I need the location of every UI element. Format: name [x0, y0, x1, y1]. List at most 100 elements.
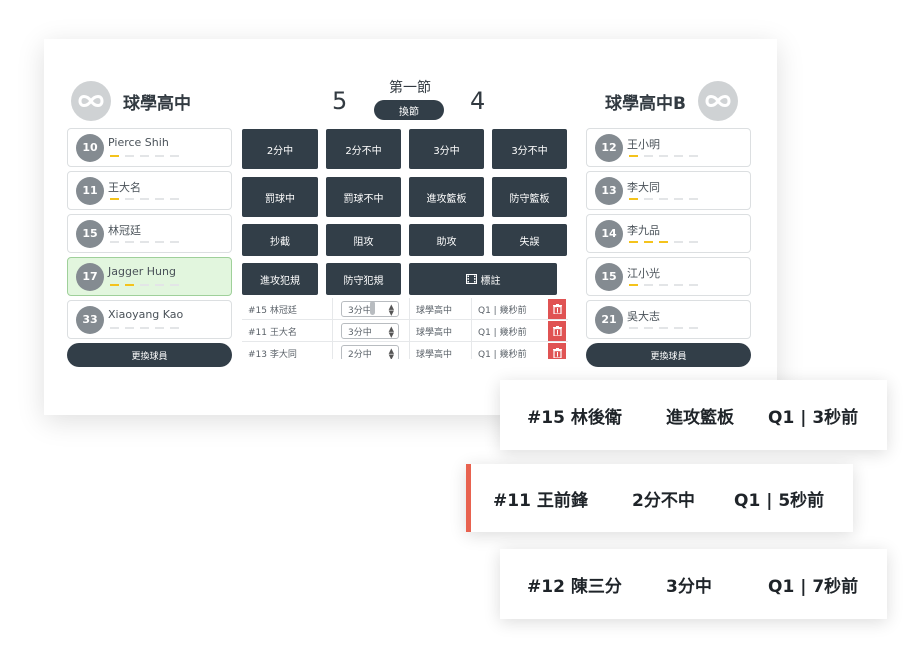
log-player: #11 王大名: [242, 320, 333, 342]
home-player-card[interactable]: 10 Pierce Shih: [67, 128, 232, 167]
home-change-player-button[interactable]: 更換球員: [67, 343, 232, 367]
home-team-name: 球學高中: [123, 93, 191, 114]
player-number-badge: 33: [76, 305, 104, 334]
three-point-miss-button[interactable]: 3分不中: [492, 129, 567, 169]
away-team-logo-icon: [697, 81, 738, 121]
notification-card-highlighted: #11 王前鋒 2分不中 Q1 | 5秒前: [466, 464, 853, 532]
notification-accent-bar: [466, 464, 471, 532]
away-player-card[interactable]: 13 李大同: [586, 171, 751, 210]
log-team: 球學高中: [409, 320, 472, 342]
player-number-badge: 14: [595, 219, 623, 248]
log-time: Q1 | 幾秒前: [478, 349, 527, 360]
event-log: #15 林冠廷 3分中 ▲ ▼ 球學高中 Q1 | 幾秒前 #11 王大名 3分中 ▲…: [242, 298, 572, 359]
home-team-logo-icon: [71, 81, 111, 121]
switch-period-button[interactable]: 換節: [374, 100, 444, 120]
log-time: Q1 | 幾秒前: [478, 305, 527, 316]
block-button[interactable]: 阻攻: [326, 224, 401, 256]
away-player-card[interactable]: 14 李九品: [586, 214, 751, 253]
trash-icon[interactable]: [548, 299, 566, 319]
notification-action: 2分不中: [632, 490, 695, 511]
turnover-button[interactable]: 失誤: [492, 224, 567, 256]
foul-indicator: [629, 198, 704, 200]
away-player-card[interactable]: 21 吳大志: [586, 300, 751, 339]
log-action-select[interactable]: 2分中 ▲ ▼: [341, 345, 399, 359]
player-number-badge: 10: [76, 133, 104, 162]
defensive-foul-button[interactable]: 防守犯規: [326, 263, 401, 295]
notification-action: 進攻籃板: [666, 407, 734, 428]
player-name: 李九品: [627, 224, 660, 237]
home-player-card[interactable]: 33 Xiaoyang Kao: [67, 300, 232, 339]
two-point-miss-button[interactable]: 2分不中: [326, 129, 401, 169]
log-scrollbar[interactable]: [370, 301, 375, 315]
log-action-value: 3分中: [348, 305, 372, 316]
foul-indicator: [629, 327, 704, 329]
log-team: 球學高中: [409, 342, 472, 359]
notification-time: Q1 | 3秒前: [768, 407, 859, 428]
log-time: Q1 | 幾秒前: [478, 327, 527, 338]
log-action-value: 2分中: [348, 349, 372, 360]
player-number-badge: 15: [595, 262, 623, 291]
away-team-name: 球學高中B: [605, 93, 686, 114]
stepper-arrows-icon: ▲ ▼: [388, 303, 394, 317]
log-action-select[interactable]: 3分中 ▲ ▼: [341, 323, 399, 339]
home-team-header: 球學高中: [71, 81, 191, 121]
foul-indicator: [629, 155, 704, 157]
away-player-card[interactable]: 12 王小明: [586, 128, 751, 167]
home-player-card[interactable]: 11 王大名: [67, 171, 232, 210]
mark-button[interactable]: 標註: [409, 263, 557, 295]
player-name: 吳大志: [627, 310, 660, 323]
player-name: Pierce Shih: [108, 136, 169, 149]
foul-indicator: [629, 284, 704, 286]
player-name: 王大名: [108, 181, 141, 194]
period-label: 第一節: [389, 80, 431, 96]
notification-player: #11 王前鋒: [493, 490, 588, 511]
trash-icon[interactable]: [548, 321, 566, 341]
log-team: 球學高中: [409, 298, 472, 320]
notification-player: #15 林後衛: [527, 407, 622, 428]
player-name: 李大同: [627, 181, 660, 194]
trash-icon[interactable]: [548, 343, 566, 359]
player-number-badge: 15: [76, 219, 104, 248]
home-player-card[interactable]: 15 林冠廷: [67, 214, 232, 253]
log-row: #11 王大名 3分中 ▲ ▼ 球學高中 Q1 | 幾秒前: [242, 320, 568, 342]
stepper-arrows-icon: ▲ ▼: [388, 325, 394, 339]
player-name: 王小明: [627, 138, 660, 151]
log-player: #15 林冠廷: [242, 298, 333, 320]
player-number-badge: 12: [595, 133, 623, 162]
player-number-badge: 21: [595, 305, 623, 334]
foul-indicator: [110, 198, 185, 200]
foul-indicator: [110, 241, 185, 243]
log-action-value: 3分中: [348, 327, 372, 338]
free-throw-miss-button[interactable]: 罰球不中: [326, 177, 401, 217]
player-name: 林冠廷: [108, 224, 141, 237]
two-point-made-button[interactable]: 2分中: [242, 129, 318, 169]
log-row: #15 林冠廷 3分中 ▲ ▼ 球學高中 Q1 | 幾秒前: [242, 298, 568, 320]
scoreboard-panel: 球學高中 球學高中B 5 第一節 換節 4 10 Pierce Shih 11 …: [44, 39, 777, 415]
player-number-badge: 11: [76, 176, 104, 205]
assist-button[interactable]: 助攻: [409, 224, 484, 256]
notification-card: #15 林後衛 進攻籃板 Q1 | 3秒前: [500, 380, 887, 450]
away-change-player-button[interactable]: 更換球員: [586, 343, 751, 367]
stepper-arrows-icon: ▲ ▼: [388, 347, 394, 360]
film-icon: [465, 274, 477, 284]
away-player-card[interactable]: 15 江小光: [586, 257, 751, 296]
player-number-badge: 17: [76, 262, 104, 291]
notification-time: Q1 | 5秒前: [734, 490, 825, 511]
notification-action: 3分中: [666, 576, 712, 597]
free-throw-made-button[interactable]: 罰球中: [242, 177, 318, 217]
mark-button-label: 標註: [480, 275, 501, 287]
notification-time: Q1 | 7秒前: [768, 576, 859, 597]
away-roster: 12 王小明 13 李大同 14 李九品 15 江小光 21 吳大志 更換球員: [586, 128, 751, 367]
home-roster: 10 Pierce Shih 11 王大名 15 林冠廷 17 Jagger H…: [67, 128, 232, 367]
defensive-rebound-button[interactable]: 防守籃板: [492, 177, 567, 217]
three-point-made-button[interactable]: 3分中: [409, 129, 484, 169]
steal-button[interactable]: 抄截: [242, 224, 318, 256]
notification-player: #12 陳三分: [527, 576, 622, 597]
home-player-card[interactable]: 17 Jagger Hung: [67, 257, 232, 296]
offensive-rebound-button[interactable]: 進攻籃板: [409, 177, 484, 217]
player-number-badge: 13: [595, 176, 623, 205]
foul-indicator: [110, 155, 185, 157]
log-row: #13 李大同 2分中 ▲ ▼ 球學高中 Q1 | 幾秒前: [242, 342, 568, 359]
away-team-header: 球學高中B: [605, 81, 738, 121]
offensive-foul-button[interactable]: 進攻犯規: [242, 263, 318, 295]
